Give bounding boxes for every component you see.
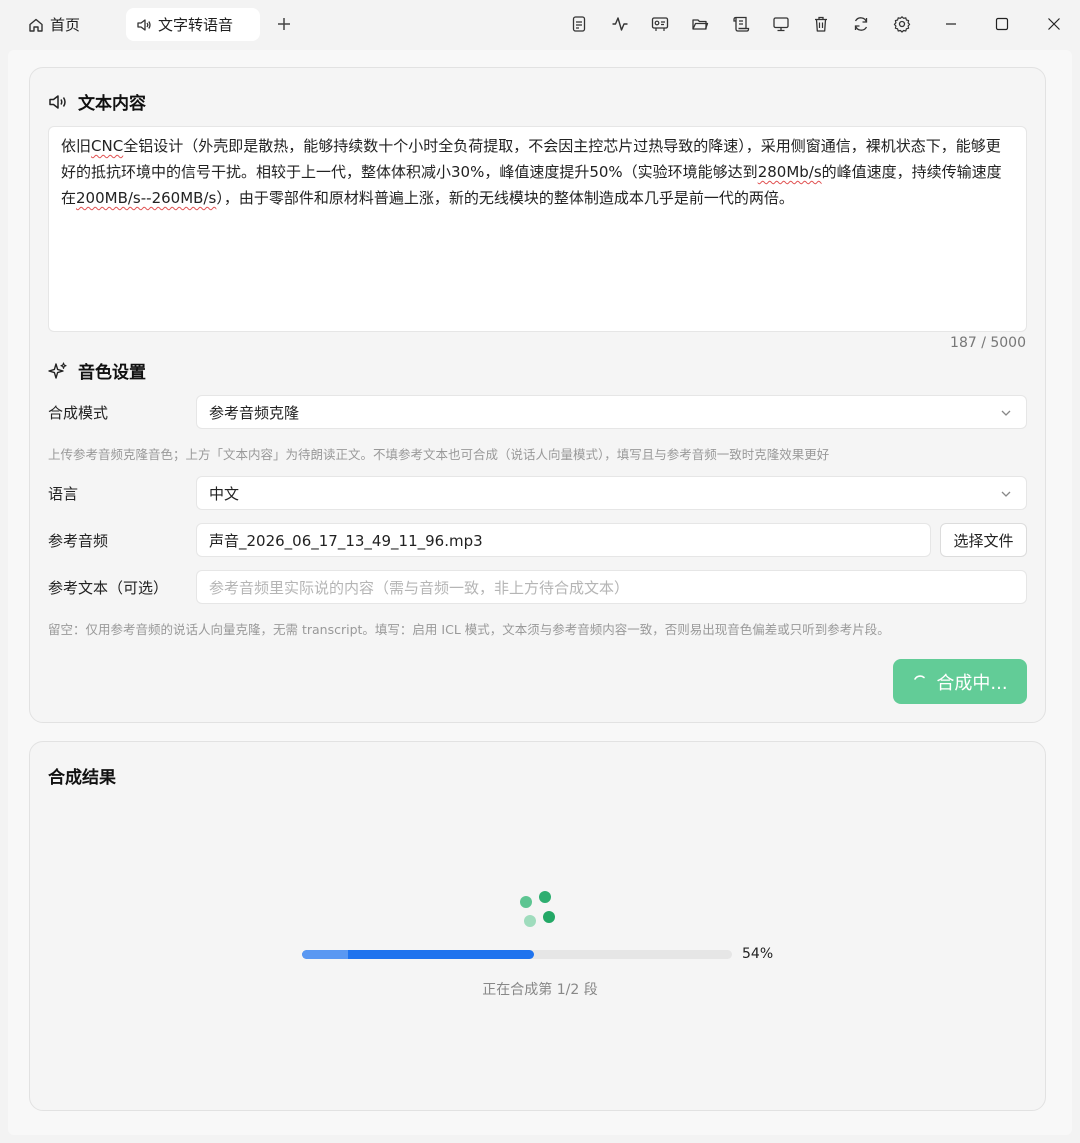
chevron-down-icon <box>1001 410 1011 416</box>
maximize-icon <box>995 17 1009 31</box>
language-value: 中文 <box>209 484 240 503</box>
scroll-icon-button[interactable] <box>730 13 752 35</box>
close-button[interactable] <box>1043 13 1065 35</box>
speaker-icon <box>137 18 151 31</box>
result-heading: 合成结果 <box>48 763 116 788</box>
progress-bar <box>302 950 732 959</box>
document-icon-button[interactable] <box>568 13 590 35</box>
add-tab-button[interactable] <box>272 12 296 36</box>
delete-icon-button[interactable] <box>810 13 832 35</box>
settings-icon-button[interactable] <box>891 13 913 35</box>
spinner-dot <box>520 896 532 908</box>
chevron-down-icon <box>1001 491 1011 497</box>
choose-file-button[interactable]: 选择文件 <box>940 523 1027 557</box>
reference-text-input[interactable]: 参考音频里实际说的内容（需与音频一致，非上方待合成文本） <box>196 570 1027 604</box>
monitor-icon-button[interactable] <box>770 13 792 35</box>
synthesis-mode-value: 参考音频克隆 <box>209 403 300 422</box>
reference-audio-label: 参考音频 <box>48 532 109 550</box>
waveform-icon-button[interactable] <box>609 13 631 35</box>
spinner-icon <box>914 674 926 680</box>
plus-icon <box>278 18 290 30</box>
tab-text-to-speech[interactable]: 文字转语音 <box>126 8 260 41</box>
synthesis-mode-label: 合成模式 <box>48 404 109 422</box>
reference-audio-filename: 声音_2026_06_17_13_49_11_96.mp3 <box>209 531 483 550</box>
synthesis-mode-select[interactable]: 参考音频克隆 <box>196 395 1027 429</box>
text-content-heading: 文本内容 <box>48 89 146 114</box>
monitor-icon <box>773 17 789 32</box>
spinner-dot <box>524 915 536 927</box>
voice-id-icon <box>651 17 669 31</box>
reference-text-placeholder: 参考音频里实际说的内容（需与音频一致，非上方待合成文本） <box>209 578 630 597</box>
scroll-icon <box>733 16 750 32</box>
progress-percent: 54% <box>742 946 774 962</box>
language-select[interactable]: 中文 <box>196 476 1027 510</box>
title-bar: 首页 文字转语音 <box>0 0 1080 50</box>
text-content-input[interactable]: 依旧CNC全铝设计（外壳即是散热，能够持续数十个小时全负荷提取，不会因主控芯片过… <box>48 126 1027 332</box>
progress-bar-fill <box>302 950 535 959</box>
synthesis-mode-hint: 上传参考音频克隆音色；上方「文本内容」为待朗读正文。不填参考文本也可合成（说话人… <box>48 447 830 462</box>
minimize-button[interactable] <box>940 13 962 35</box>
synthesize-button[interactable]: 合成中... <box>893 659 1027 704</box>
synthesize-button-label: 合成中... <box>936 672 1008 694</box>
spinner-dot <box>539 891 551 903</box>
home-icon <box>29 18 43 32</box>
character-counter: 187 / 5000 <box>950 335 1026 351</box>
reference-text-label: 参考文本（可选） <box>48 579 169 597</box>
spinner-dot <box>543 911 555 923</box>
refresh-icon-button[interactable] <box>850 13 872 35</box>
tab-home-label: 首页 <box>50 16 81 34</box>
gear-icon <box>893 16 911 33</box>
folder-icon-button[interactable] <box>689 13 711 35</box>
waveform-icon <box>612 17 628 31</box>
voice-settings-heading: 音色设置 <box>48 358 146 383</box>
voice-id-icon-button[interactable] <box>649 13 671 35</box>
language-label: 语言 <box>48 485 79 503</box>
text-content-title: 文本内容 <box>78 94 146 114</box>
reference-text-hint: 留空：仅用参考音频的说话人向量克隆，无需 transcript。填写：启用 IC… <box>48 622 890 637</box>
refresh-icon <box>854 17 868 31</box>
trash-icon <box>815 16 827 32</box>
voice-settings-title: 音色设置 <box>78 363 146 383</box>
synthesis-status: 正在合成第 1/2 段 <box>482 982 598 998</box>
speaker-icon <box>49 94 66 109</box>
document-icon <box>572 16 586 32</box>
sparkle-icon <box>48 361 67 379</box>
progress-bar-highlight <box>302 950 348 959</box>
result-title: 合成结果 <box>48 768 116 788</box>
loading-spinner <box>516 887 556 929</box>
reference-audio-field[interactable]: 声音_2026_06_17_13_49_11_96.mp3 <box>196 523 931 557</box>
minimize-icon <box>946 23 956 25</box>
tab-home[interactable]: 首页 <box>18 8 90 41</box>
maximize-button[interactable] <box>991 13 1013 35</box>
close-icon <box>1048 18 1060 30</box>
folder-open-icon <box>692 19 709 30</box>
tab-tts-label: 文字转语音 <box>158 16 234 34</box>
